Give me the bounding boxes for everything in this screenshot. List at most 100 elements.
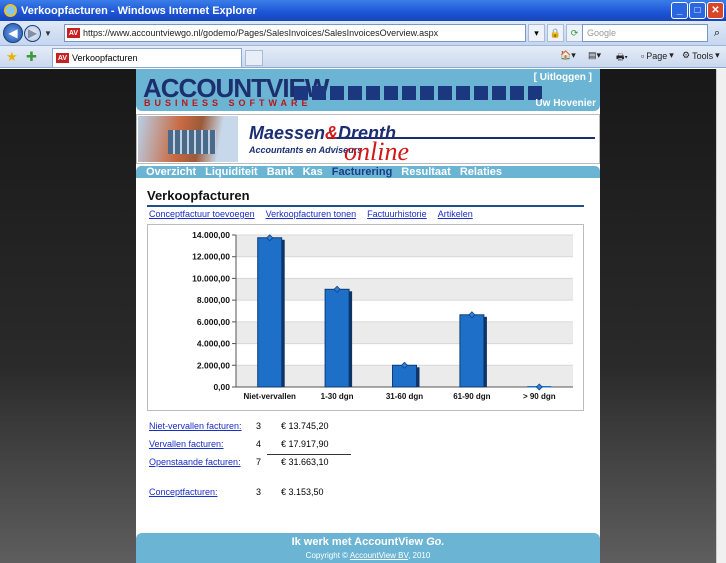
back-button[interactable]: ◀ xyxy=(3,23,23,43)
nav-item-bank[interactable]: Bank xyxy=(267,166,294,178)
bar xyxy=(324,288,350,388)
footer-slogan: Ik werk met AccountView Go. xyxy=(291,536,445,548)
y-tick-label: 6.000,00 xyxy=(197,317,230,327)
show-invoices-link[interactable]: Verkoopfacturen tonen xyxy=(266,209,357,219)
nav-item-overzicht[interactable]: Overzicht xyxy=(146,166,196,178)
bar-shadow xyxy=(416,367,420,387)
y-tick-label: 12.000,00 xyxy=(192,252,230,262)
niet-vervallen-link[interactable]: Niet-vervallen facturen: xyxy=(149,421,242,431)
maximize-button[interactable]: □ xyxy=(689,2,706,19)
y-tick-label: 2.000,00 xyxy=(197,360,230,370)
y-tick-label: 8.000,00 xyxy=(197,295,230,305)
openstaande-amount: € 31.663,10 xyxy=(281,457,329,467)
page-menu[interactable]: ▫ Page ▾ xyxy=(641,50,674,61)
web-page: ACCOUNTVIEW BUSINESS SOFTWARE [ Uitlogge… xyxy=(136,69,600,563)
invoice-aging-chart: 0,00 2.000,00 4.000,00 6.000,00 8.000,00 10.0… xyxy=(147,224,584,411)
x-tick-label: 1-30 dgn xyxy=(321,392,354,401)
office-building-image xyxy=(138,116,238,162)
x-tick-label: 61-90 dgn xyxy=(453,392,490,401)
nav-item-kas[interactable]: Kas xyxy=(303,166,323,178)
tools-menu[interactable]: ⚙ Tools ▾ xyxy=(682,50,720,61)
decorative-squares xyxy=(294,86,542,100)
page-title: Verkoopfacturen xyxy=(147,188,250,203)
print-icon[interactable]: 🖶▾ xyxy=(616,50,628,66)
y-tick-label: 4.000,00 xyxy=(197,339,230,349)
concept-amount: € 3.153,50 xyxy=(281,487,324,497)
address-dropdown-button[interactable]: ▾ xyxy=(528,24,545,42)
invoice-history-link[interactable]: Factuurhistorie xyxy=(367,209,427,219)
vervallen-count: 4 xyxy=(256,439,262,449)
minimize-button[interactable]: _ xyxy=(671,2,688,19)
close-window-button[interactable]: ✕ xyxy=(707,2,724,19)
nav-item-relaties[interactable]: Relaties xyxy=(460,166,502,178)
bar-shadow xyxy=(349,291,353,387)
forward-button[interactable]: ▶ xyxy=(24,24,41,42)
address-bar-row: ◀ ▶ ▼ AV https://www.accountviewgo.nl/go… xyxy=(0,21,726,46)
site-footer: Ik werk met AccountView Go. Copyright © … xyxy=(136,533,600,563)
nav-item-resultaat[interactable]: Resultaat xyxy=(401,166,451,178)
bar-shadow xyxy=(281,239,285,387)
action-links: Conceptfactuur toevoegen Verkoopfacturen… xyxy=(149,209,473,219)
online-label: online xyxy=(344,137,409,166)
browser-viewport: ACCOUNTVIEW BUSINESS SOFTWARE [ Uitlogge… xyxy=(0,69,726,563)
vervallen-link[interactable]: Vervallen facturen: xyxy=(149,439,224,449)
concept-count: 3 xyxy=(256,487,262,497)
client-banner: Maessen&Drenth Accountants en Adviseurs … xyxy=(136,114,600,166)
add-concept-invoice-link[interactable]: Conceptfactuur toevoegen xyxy=(149,209,255,219)
search-icon[interactable]: ⌕ xyxy=(709,24,725,42)
x-tick-label: > 90 dgn xyxy=(523,392,556,401)
vervallen-amount: € 17.917,90 xyxy=(281,439,329,449)
search-input[interactable]: Google xyxy=(582,24,708,42)
y-tick-label: 0,00 xyxy=(213,382,230,392)
bar xyxy=(257,237,283,388)
vertical-scrollbar[interactable] xyxy=(716,69,726,563)
window-title: Verkoopfacturen - Windows Internet Explo… xyxy=(21,4,257,17)
forward-arrow-icon: ▶ xyxy=(27,26,38,40)
history-dropdown-icon[interactable]: ▼ xyxy=(44,29,52,38)
url-text: https://www.accountviewgo.nl/godemo/Page… xyxy=(83,28,439,38)
tab-favicon-icon: AV xyxy=(56,53,69,63)
niet-vervallen-amount: € 13.745,20 xyxy=(281,421,329,431)
ie-logo-icon xyxy=(4,4,17,17)
window-title-bar: Verkoopfacturen - Windows Internet Explo… xyxy=(0,0,726,21)
nav-item-liquiditeit[interactable]: Liquiditeit xyxy=(205,166,258,178)
bar-shadow xyxy=(483,316,487,387)
tab-title: Verkoopfacturen xyxy=(72,53,138,63)
site-favicon-icon: AV xyxy=(67,28,80,38)
new-tab-button[interactable] xyxy=(245,50,263,66)
footer-copyright: Copyright © AccountView BV, 2010 xyxy=(305,551,431,560)
grid-band xyxy=(236,321,573,344)
grid-band xyxy=(236,235,573,257)
favorites-star-icon[interactable]: ★ xyxy=(6,49,18,65)
back-arrow-icon: ◀ xyxy=(8,26,18,40)
title-underline xyxy=(147,205,584,207)
site-header: ACCOUNTVIEW BUSINESS SOFTWARE [ Uitlogge… xyxy=(136,69,600,111)
niet-vervallen-count: 3 xyxy=(256,421,262,431)
grid-band xyxy=(236,278,573,301)
sum-line xyxy=(267,454,351,455)
openstaande-count: 7 xyxy=(256,457,262,467)
main-nav: Overzicht Liquiditeit Bank Kas Factureri… xyxy=(136,166,600,178)
tab-verkoopfacturen[interactable]: AV Verkoopfacturen xyxy=(52,48,242,67)
logout-link[interactable]: [ Uitloggen ] xyxy=(534,72,592,83)
concept-link[interactable]: Conceptfacturen: xyxy=(149,487,218,497)
tab-row: ★ ✚ AV Verkoopfacturen 🏠▾ ▤▾ 🖶▾ ▫ Page ▾ ⚙… xyxy=(0,46,726,68)
y-tick-label: 10.000,00 xyxy=(192,273,230,283)
x-tick-label: 31-60 dgn xyxy=(386,392,423,401)
articles-link[interactable]: Artikelen xyxy=(438,209,473,219)
refresh-button[interactable]: ⟳ xyxy=(566,24,583,42)
page-icon: ▫ xyxy=(641,50,645,61)
gear-icon: ⚙ xyxy=(682,50,691,60)
nav-item-facturering[interactable]: Facturering xyxy=(332,166,393,178)
accountview-link[interactable]: AccountView BV xyxy=(350,551,408,560)
lock-icon[interactable]: 🔒 xyxy=(547,24,564,42)
user-name: Uw Hovenier xyxy=(535,98,596,109)
openstaande-link[interactable]: Openstaande facturen: xyxy=(149,457,241,467)
y-tick-label: 14.000,00 xyxy=(192,230,230,240)
home-icon[interactable]: 🏠▾ xyxy=(560,50,576,61)
bar xyxy=(459,314,485,388)
address-input[interactable]: AV https://www.accountviewgo.nl/godemo/P… xyxy=(64,24,526,42)
logo-tagline: BUSINESS SOFTWARE xyxy=(144,98,312,108)
add-favorite-icon[interactable]: ✚ xyxy=(26,49,37,65)
feeds-icon[interactable]: ▤▾ xyxy=(588,50,601,61)
